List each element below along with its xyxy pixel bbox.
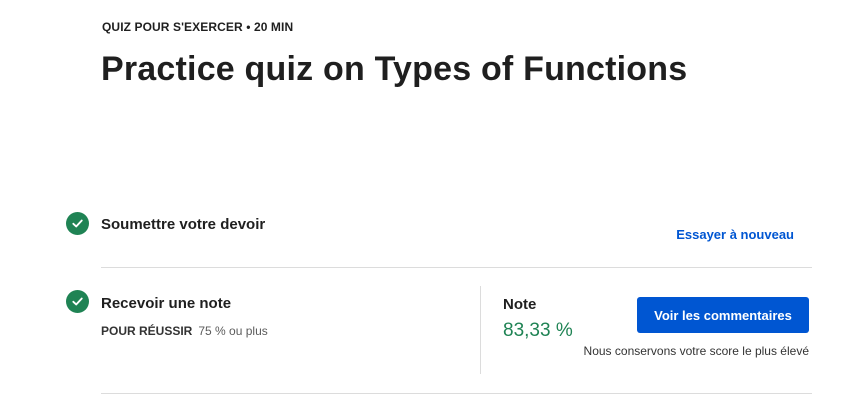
passing-label: POUR RÉUSSIR (101, 324, 193, 338)
checkmark-glyph (72, 297, 83, 306)
divider (101, 393, 812, 394)
page-title: Practice quiz on Types of Functions (101, 50, 688, 88)
try-again-link[interactable]: Essayer à nouveau (676, 227, 794, 242)
divider (101, 267, 812, 268)
quiz-type-eyebrow: QUIZ POUR S'EXERCER • 20 MIN (102, 20, 294, 34)
vertical-divider (480, 286, 481, 374)
step-submit-label: Soumettre votre devoir (101, 216, 266, 233)
quiz-results-page: QUIZ POUR S'EXERCER • 20 MIN Practice qu… (0, 0, 851, 403)
check-circle-icon (66, 290, 89, 313)
checkmark-glyph (72, 219, 83, 228)
view-feedback-button[interactable]: Voir les commentaires (637, 297, 809, 333)
highest-score-note: Nous conservons votre score le plus élev… (583, 344, 809, 358)
check-circle-icon (66, 212, 89, 235)
step-grade-label: Recevoir une note (101, 295, 232, 312)
grade-label: Note (503, 296, 537, 313)
passing-requirement: POUR RÉUSSIR 75 % ou plus (101, 324, 268, 338)
passing-value: 75 % ou plus (198, 324, 268, 338)
grade-value: 83,33 % (503, 320, 573, 341)
